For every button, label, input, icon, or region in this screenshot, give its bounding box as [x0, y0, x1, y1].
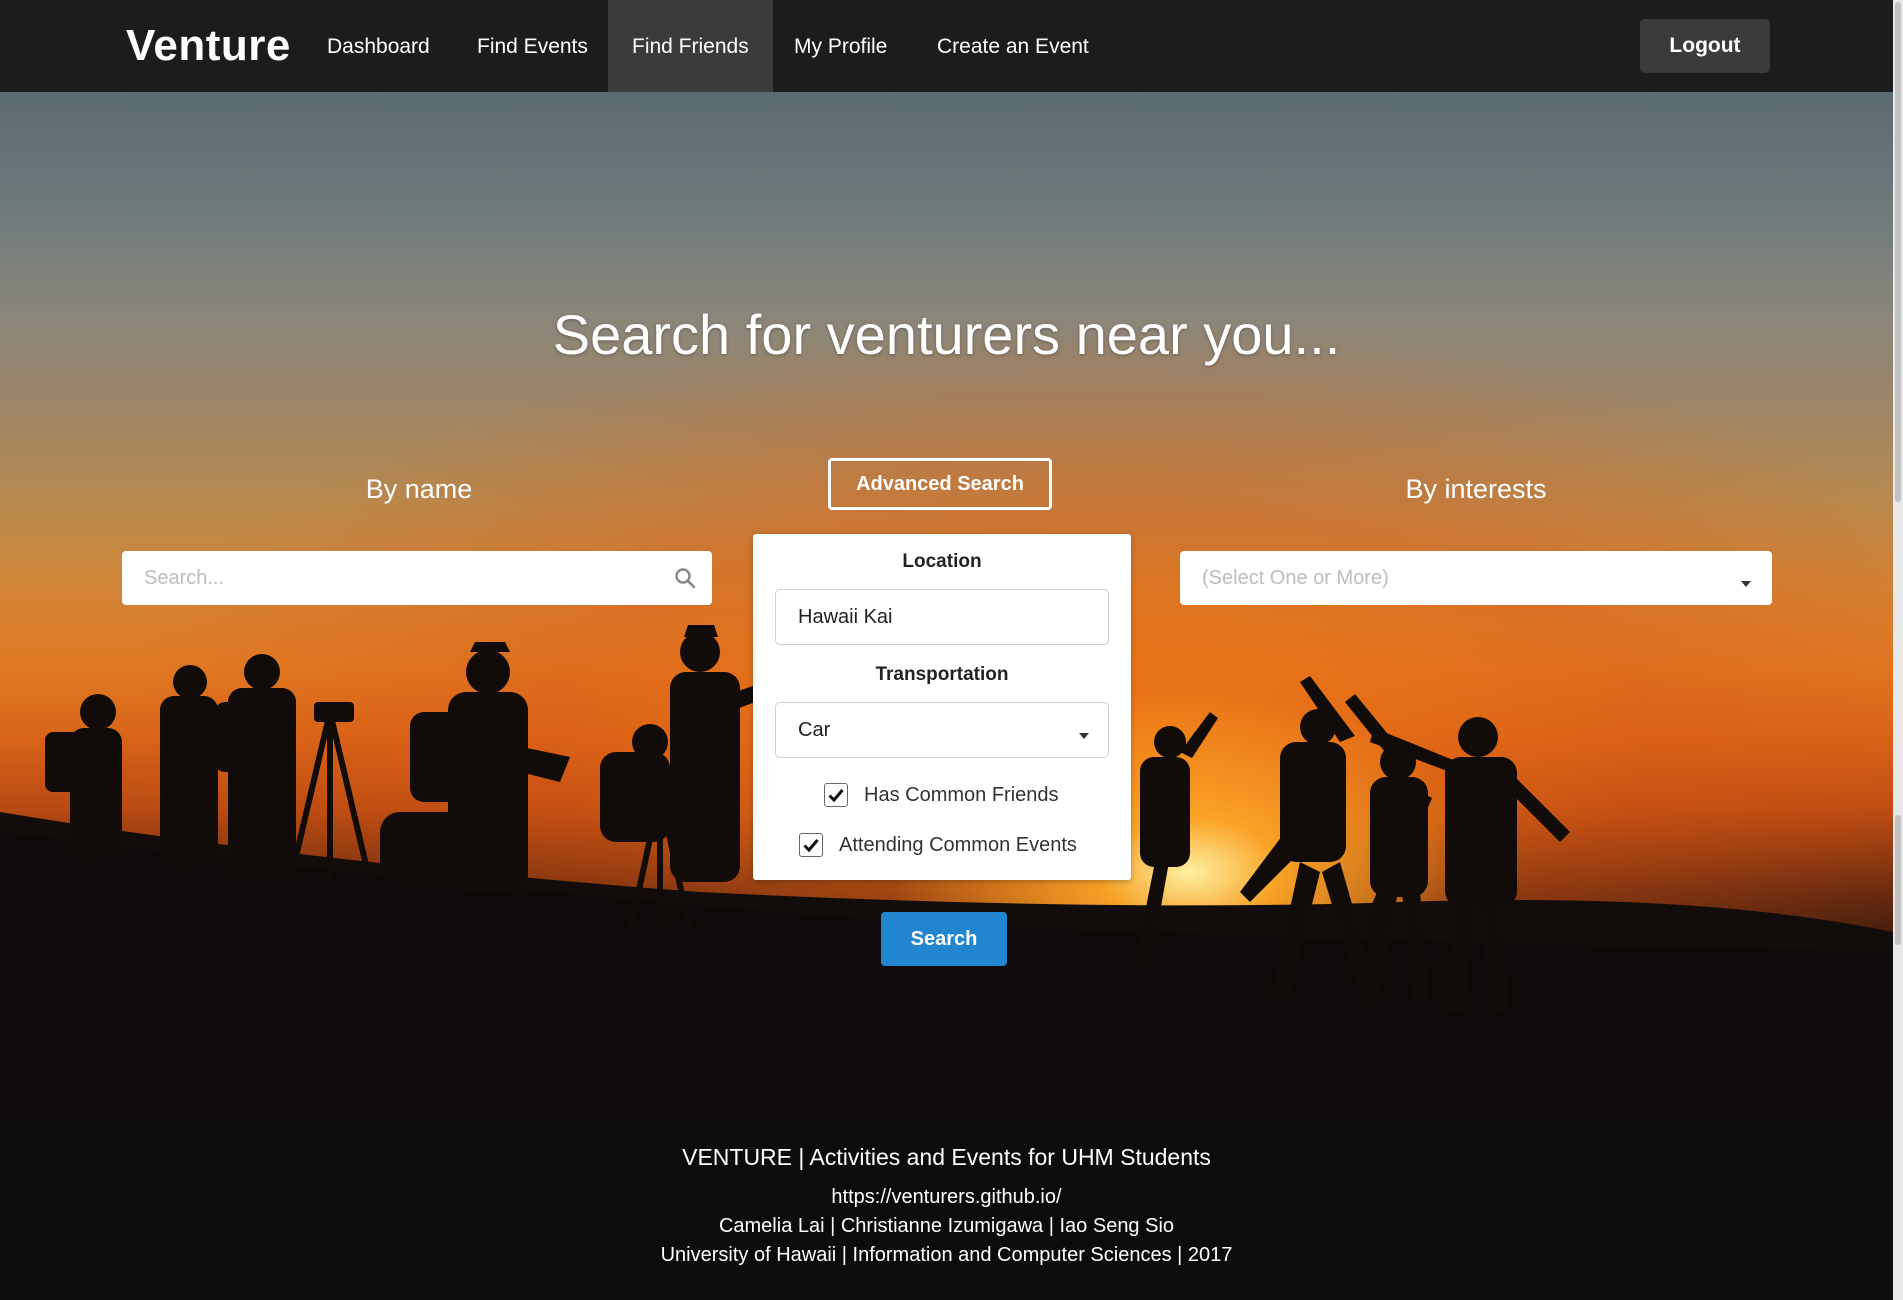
chevron-down-icon — [1078, 727, 1090, 745]
brand-logo[interactable]: Venture — [126, 0, 291, 92]
search-placeholder: Search... — [144, 567, 225, 589]
nav-item-dashboard[interactable]: Dashboard — [303, 0, 454, 92]
scrollbar-thumb-lower[interactable] — [1895, 815, 1901, 945]
common-friends-label: Has Common Friends — [864, 784, 1059, 806]
common-events-checkbox-row[interactable]: Attending Common Events — [753, 831, 1131, 861]
name-search-input[interactable]: Search... — [122, 551, 712, 605]
footer-url-link[interactable]: https://venturers.github.io/ — [0, 1186, 1893, 1209]
search-icon[interactable] — [674, 567, 696, 594]
search-button[interactable]: Search — [881, 912, 1007, 966]
nav-item-create-event[interactable]: Create an Event — [913, 0, 1113, 92]
nav-item-my-profile[interactable]: My Profile — [770, 0, 911, 92]
footer-tagline: VENTURE | Activities and Events for UHM … — [682, 1144, 1211, 1170]
footer-authors: Camelia Lai | Christianne Izumigawa | Ia… — [718, 1215, 1175, 1237]
top-navbar: Venture Dashboard Find Events Find Frien… — [0, 0, 1893, 92]
by-interests-label: By interests — [1405, 474, 1547, 504]
interests-multiselect[interactable]: (Select One or More) — [1180, 551, 1772, 605]
location-input[interactable]: Hawaii Kai — [775, 589, 1109, 645]
nav-item-find-events[interactable]: Find Events — [453, 0, 612, 92]
common-events-checkbox[interactable] — [799, 833, 823, 857]
location-value: Hawaii Kai — [798, 606, 893, 628]
checkmark-icon — [803, 839, 819, 853]
advanced-search-button[interactable]: Advanced Search — [828, 458, 1052, 510]
hero-section: Search for venturers near you... By name… — [0, 92, 1893, 1117]
advanced-search-panel: Location Hawaii Kai Transportation Car H… — [753, 534, 1131, 880]
footer: VENTURE | Activities and Events for UHM … — [0, 1117, 1893, 1300]
transportation-value: Car — [798, 719, 831, 741]
logout-button[interactable]: Logout — [1640, 19, 1770, 73]
common-friends-checkbox[interactable] — [824, 783, 848, 807]
transportation-select[interactable]: Car — [775, 702, 1109, 758]
page-title: Search for venturers near you... — [552, 303, 1341, 366]
location-label: Location — [902, 551, 982, 572]
nav-item-find-friends[interactable]: Find Friends — [608, 0, 773, 92]
checkmark-icon — [828, 789, 844, 803]
common-events-label: Attending Common Events — [839, 834, 1077, 856]
transportation-label: Transportation — [875, 664, 1009, 685]
footer-organization: University of Hawaii | Information and C… — [660, 1244, 1233, 1266]
common-friends-checkbox-row[interactable]: Has Common Friends — [753, 781, 1131, 811]
interests-placeholder: (Select One or More) — [1202, 567, 1389, 589]
by-name-label: By name — [365, 474, 473, 504]
chevron-down-icon[interactable] — [1740, 575, 1752, 593]
scrollbar-thumb[interactable] — [1895, 2, 1901, 502]
